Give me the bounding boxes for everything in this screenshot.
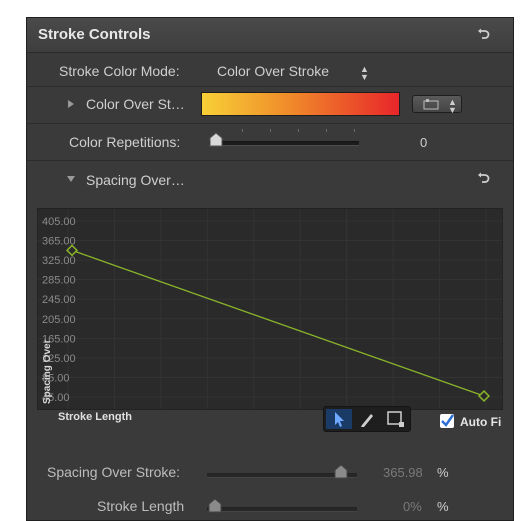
- select-tool-button[interactable]: [326, 409, 352, 429]
- auto-fit-checkbox[interactable]: [440, 414, 455, 428]
- stroke-length-unit: %: [437, 499, 449, 514]
- x-axis-label: Stroke Length: [58, 411, 132, 423]
- y-tick-label: 285.00: [42, 275, 76, 287]
- popup-arrows-icon: ▲ ▼: [448, 97, 457, 115]
- reset-icon[interactable]: [476, 172, 490, 186]
- disclosure-triangle-icon[interactable]: [67, 176, 75, 182]
- stroke-controls-panel: Stroke Controls Stroke Color Mode: Color…: [26, 17, 514, 521]
- slider-tick: [242, 129, 243, 132]
- slider-tick: [270, 129, 271, 132]
- stroke-length-slider-thumb[interactable]: [207, 497, 223, 513]
- gradient-preset-button[interactable]: ▲ ▼: [412, 95, 462, 115]
- curve-graph-canvas[interactable]: 405.00365.00325.00285.00245.00205.00165.…: [38, 209, 502, 409]
- arrow-cursor-icon: [335, 412, 344, 427]
- panel-title: Stroke Controls: [38, 26, 151, 43]
- stroke-length-row: Stroke Length 0% %: [27, 492, 513, 520]
- checkmark-icon: [441, 414, 455, 427]
- keyframe-point[interactable]: [477, 390, 491, 403]
- stroke-length-slider-track[interactable]: [207, 507, 357, 512]
- slider-tick: [326, 129, 327, 132]
- spacing-over-stroke-value[interactable]: 365.98: [383, 465, 423, 480]
- color-gradient-well[interactable]: [201, 92, 400, 116]
- slider-tick: [298, 129, 299, 132]
- color-over-stroke-label: Color Over St…: [86, 96, 185, 112]
- graph-tool-group: [323, 406, 411, 432]
- popup-arrows-icon: ▲ ▼: [360, 64, 369, 82]
- spacing-over-row: Spacing Over…: [27, 160, 513, 196]
- stroke-color-mode-label: Stroke Color Mode:: [59, 63, 180, 79]
- y-tick-label: 405.00: [42, 216, 76, 228]
- y-axis-label: Spacing Over: [42, 339, 53, 404]
- disclosure-triangle-icon[interactable]: [68, 100, 74, 108]
- reset-icon[interactable]: [476, 28, 490, 42]
- stroke-color-mode-value: Color Over Stroke: [217, 63, 330, 79]
- slider-tick: [354, 129, 355, 132]
- pen-icon: [361, 414, 373, 427]
- stroke-color-mode-popup[interactable]: Color Over Stroke ▲ ▼: [215, 60, 375, 82]
- color-repetitions-slider-track[interactable]: [209, 141, 359, 146]
- color-repetitions-slider-thumb[interactable]: [208, 131, 224, 147]
- zoom-fit-tool-button[interactable]: [382, 409, 408, 429]
- spacing-over-label: Spacing Over…: [86, 172, 185, 188]
- pen-tool-button[interactable]: [354, 409, 380, 429]
- stroke-length-value[interactable]: 0%: [403, 499, 422, 514]
- curve-graph[interactable]: 405.00 365.00 325.00 285.00 245.00 205.00 165.…: [37, 208, 503, 410]
- spacing-over-stroke-unit: %: [437, 465, 449, 480]
- auto-fit-label[interactable]: Auto Fi: [460, 415, 501, 429]
- y-tick-label: 245.00: [42, 294, 76, 306]
- color-repetitions-value[interactable]: 0: [420, 135, 427, 150]
- y-tick-label: 205.00: [42, 314, 76, 326]
- y-tick-label: 325.00: [42, 255, 76, 267]
- color-repetitions-label: Color Repetitions:: [69, 134, 181, 150]
- stroke-color-mode-row: Stroke Color Mode: Color Over Stroke ▲ ▼: [27, 52, 513, 84]
- zoom-rect-icon: [387, 411, 404, 427]
- panel-header: Stroke Controls: [27, 18, 513, 53]
- curve-line[interactable]: [71, 249, 485, 397]
- stroke-length-label: Stroke Length: [97, 498, 185, 514]
- gradient-preset-icon: [423, 99, 439, 110]
- spacing-over-stroke-slider-thumb[interactable]: [333, 463, 349, 479]
- spacing-over-stroke-row: Spacing Over Stroke: 365.98 %: [27, 458, 513, 488]
- color-repetitions-row: Color Repetitions: 0: [27, 123, 513, 159]
- spacing-over-stroke-label: Spacing Over Stroke:: [47, 464, 181, 480]
